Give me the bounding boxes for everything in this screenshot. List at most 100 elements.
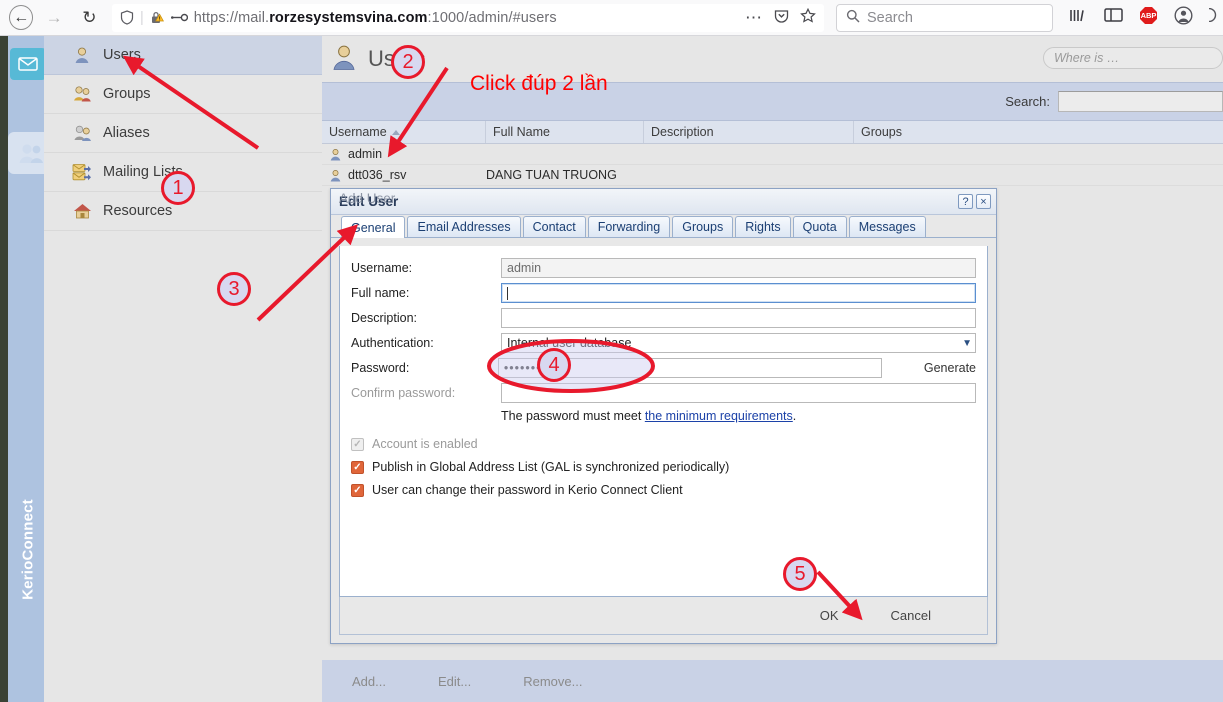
account-avatar-icon[interactable] [1174,5,1193,30]
table-row[interactable]: admin [322,144,1223,165]
where-is-placeholder: Where is … [1054,51,1120,65]
text-caret [507,286,508,300]
dialog-ghost-title: Add User [339,191,396,206]
edit-button[interactable]: Edit... [438,674,471,689]
tab-quota[interactable]: Quota [792,216,847,237]
field-row-authentication: Authentication: Internal user database ▼ [351,332,976,354]
tab-contact[interactable]: Contact [522,216,586,237]
cell-username-text: dtt036_rsv [348,168,407,182]
sidebar-item-groups[interactable]: Groups [44,75,322,114]
confirm-password-label: Confirm password: [351,386,456,400]
field-row-description: Description: [351,307,976,329]
lock-warning-icon[interactable] [150,10,165,25]
checkbox-row-account-enabled[interactable]: ✓ Account is enabled [351,437,976,451]
cancel-button[interactable]: Cancel [891,608,931,623]
house-resource-icon [72,201,92,221]
remove-button[interactable]: Remove... [523,674,582,689]
description-label: Description: [351,311,417,325]
description-input[interactable] [501,308,976,328]
library-icon[interactable] [1069,7,1088,29]
ok-button[interactable]: OK [820,608,839,623]
envelope-icon [18,57,38,71]
dialog-tabs: General Email Addresses Contact Forwardi… [331,215,996,238]
forward-arrow-icon[interactable]: → [39,3,68,33]
cell-username: admin [322,147,486,161]
sidebar-item-label: Users [103,47,141,63]
password-label: Password: [351,361,410,375]
checkbox-row-publish-gal[interactable]: ✓ Publish in Global Address List (GAL is… [351,460,976,474]
abp-label: ABP [1140,10,1157,20]
browser-toolbar: ← → ↻ | https://mail.rorzesystemsvina.co… [0,0,1223,36]
shield-icon[interactable] [120,10,134,25]
checkbox-row-user-change-password[interactable]: ✓ User can change their password in Keri… [351,483,976,497]
dialog-titlebar[interactable]: Add User Edit User ? × [331,189,996,215]
dialog-footer: OK Cancel [339,597,988,635]
add-button[interactable]: Add... [352,674,386,689]
cell-username-text: admin [348,147,383,161]
admin-sidebar: Users Groups Aliases Mailing Lists Resou… [44,36,322,702]
url-suffix: :1000/admin/#users [427,9,557,26]
browser-search-field[interactable]: Search [835,3,1053,32]
hamburger-menu-icon[interactable] [1201,7,1223,27]
annotation-marker-2: 2 [391,45,425,79]
tab-rights[interactable]: Rights [735,216,791,237]
tab-forwarding[interactable]: Forwarding [587,216,671,237]
checkbox-account-enabled: ✓ [351,437,364,451]
permission-key-icon[interactable] [170,12,188,23]
authentication-value: Internal user database [507,336,632,350]
field-row-username: Username: admin [351,257,976,279]
aliases-users-icon [72,123,92,143]
fullname-input[interactable] [501,283,976,303]
column-header-full-name[interactable]: Full Name [486,121,644,143]
ellipsis-icon[interactable]: ⋯ [745,8,763,28]
mailing-list-icon [72,162,92,182]
sidebar-item-aliases[interactable]: Aliases [44,114,322,153]
single-user-icon [330,43,358,76]
tab-groups[interactable]: Groups [672,216,734,237]
users-group-icon [19,144,44,163]
generate-password-button[interactable]: Generate [924,361,976,375]
minimum-requirements-link[interactable]: the minimum requirements [645,409,793,423]
back-arrow-icon[interactable]: ← [9,5,34,30]
rail-mail-button[interactable] [10,48,46,80]
where-is-input[interactable]: Where is … [1043,47,1223,69]
page-header: Users Where is … [322,36,1223,82]
username-value: admin [507,261,542,275]
search-row: Search: [322,82,1223,121]
username-label: Username: [351,261,413,275]
pocket-save-icon[interactable] [774,8,789,27]
authentication-select[interactable]: Internal user database ▼ [501,333,976,353]
field-row-fullname: Full name: [351,282,976,304]
tab-general[interactable]: General [341,216,406,238]
tab-messages[interactable]: Messages [848,216,926,237]
magnifier-icon [846,9,860,27]
search-input[interactable] [1058,91,1223,112]
address-bar[interactable]: | https://mail.rorzesystemsvina.com:1000… [111,3,824,32]
desktop-edge-strip [0,36,8,702]
column-header-username[interactable]: Username [322,121,486,143]
table-row[interactable]: dtt036_rsv DANG TUAN TRUONG [322,165,1223,186]
edit-user-dialog: Add User Edit User ? × General Email Add… [330,188,997,644]
fullname-label: Full name: [351,286,410,300]
single-user-icon [72,45,92,65]
star-bookmark-icon[interactable] [800,7,816,27]
url-text: https://mail.rorzesystemsvina.com:1000/a… [194,10,745,26]
tab-email-addresses[interactable]: Email Addresses [407,216,521,237]
url-prefix: https://mail. [193,9,270,26]
sidebar-toggle-icon[interactable] [1104,7,1123,28]
column-header-groups[interactable]: Groups [854,121,1223,143]
authentication-label: Authentication: [351,336,434,350]
abp-adblock-icon[interactable]: ABP [1139,6,1158,30]
reload-icon[interactable]: ↻ [75,3,104,33]
dialog-close-button[interactable]: × [976,194,991,209]
username-input[interactable]: admin [501,258,976,278]
dialog-help-button[interactable]: ? [958,194,973,209]
sidebar-item-users[interactable]: Users [44,36,322,75]
field-row-password: Password: ••••••••• Generate [351,357,976,379]
confirm-password-input[interactable] [501,383,976,403]
checkbox-label: Publish in Global Address List (GAL is s… [372,460,730,474]
annotation-marker-1: 1 [161,171,195,205]
field-row-confirm-password: Confirm password: [351,382,976,404]
search-label: Search: [1005,94,1050,109]
column-header-description[interactable]: Description [644,121,854,143]
